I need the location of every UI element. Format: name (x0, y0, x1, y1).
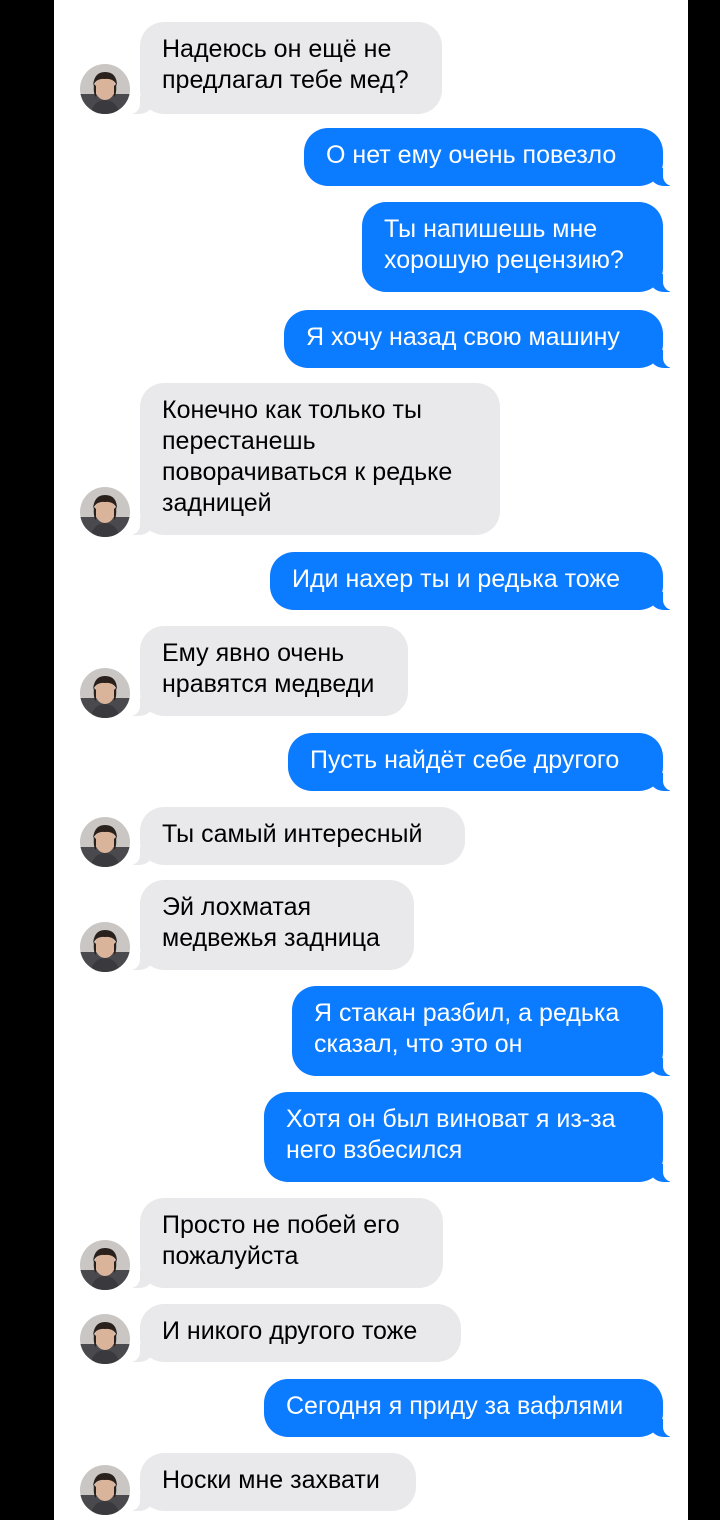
message-text: Конечно как только ты перестанешь повора… (162, 396, 453, 517)
message-text: О нет ему очень повезло (326, 141, 617, 169)
contact-avatar-icon[interactable] (80, 922, 130, 972)
message-text: Эй лохматая медвежья задница (162, 893, 380, 952)
outgoing-message-bubble[interactable]: Иди нахер ты и редька тоже (270, 552, 677, 610)
message-row: Надеюсь он ещё не предлагал тебе мед? (54, 22, 688, 114)
message-row: О нет ему очень повезло (54, 128, 688, 186)
contact-avatar-icon[interactable] (80, 64, 130, 114)
outgoing-message-bubble[interactable]: Ты напишешь мне хорошую рецензию? (362, 202, 677, 292)
incoming-message-bubble[interactable]: Надеюсь он ещё не предлагал тебе мед? (126, 22, 442, 114)
outgoing-message-bubble[interactable]: Сегодня я приду за вафлями (264, 1379, 677, 1437)
contact-avatar-icon[interactable] (80, 487, 130, 537)
message-row: Хотя он был виноват я из-за него взбесил… (54, 1092, 688, 1182)
incoming-message-bubble[interactable]: И никого другого тоже (126, 1304, 461, 1362)
incoming-message-bubble[interactable]: Носки мне захвати (126, 1453, 416, 1511)
contact-avatar-icon[interactable] (80, 1465, 130, 1515)
incoming-message-bubble[interactable]: Просто не побей его пожалуйста (126, 1198, 443, 1288)
message-text: Ты напишешь мне хорошую рецензию? (384, 215, 624, 274)
message-text: Ты самый интересный (162, 820, 423, 848)
message-text: Иди нахер ты и редька тоже (292, 565, 621, 593)
message-text: Надеюсь он ещё не предлагал тебе мед? (162, 35, 409, 94)
message-row: Просто не побей его пожалуйста (54, 1198, 688, 1290)
message-row: Я стакан разбил, а редька сказал, что эт… (54, 986, 688, 1076)
contact-avatar-icon[interactable] (80, 1240, 130, 1290)
message-row: Иди нахер ты и редька тоже (54, 552, 688, 610)
message-text: Носки мне захвати (162, 1466, 380, 1494)
message-row: И никого другого тоже (54, 1304, 688, 1364)
contact-avatar-icon[interactable] (80, 668, 130, 718)
outgoing-message-bubble[interactable]: Пусть найдёт себе другого (288, 733, 677, 791)
message-row: Я хочу назад свою машину (54, 310, 688, 368)
message-row: Ты напишешь мне хорошую рецензию? (54, 202, 688, 292)
message-row: Ему явно очень нравятся медведи (54, 626, 688, 718)
outgoing-message-bubble[interactable]: О нет ему очень повезло (304, 128, 677, 186)
incoming-message-bubble[interactable]: Ты самый интересный (126, 807, 465, 865)
message-text: Сегодня я приду за вафлями (286, 1392, 624, 1420)
message-row: Носки мне захвати (54, 1453, 688, 1515)
message-text: И никого другого тоже (162, 1317, 418, 1345)
message-text: Я хочу назад свою машину (306, 323, 620, 351)
incoming-message-bubble[interactable]: Ему явно очень нравятся медведи (126, 626, 408, 716)
message-row: Сегодня я приду за вафлями (54, 1379, 688, 1437)
contact-avatar-icon[interactable] (80, 817, 130, 867)
message-row: Конечно как только ты перестанешь повора… (54, 383, 688, 537)
message-text: Пусть найдёт себе другого (310, 746, 620, 774)
contact-avatar-icon[interactable] (80, 1314, 130, 1364)
incoming-message-bubble[interactable]: Эй лохматая медвежья задница (126, 880, 414, 970)
message-row: Пусть найдёт себе другого (54, 733, 688, 791)
message-text: Я стакан разбил, а редька сказал, что эт… (314, 999, 620, 1058)
message-text: Ему явно очень нравятся медведи (162, 639, 375, 698)
outgoing-message-bubble[interactable]: Я хочу назад свою машину (284, 310, 677, 368)
message-row: Ты самый интересный (54, 807, 688, 867)
message-row: Эй лохматая медвежья задница (54, 880, 688, 972)
message-text: Хотя он был виноват я из-за него взбесил… (286, 1105, 616, 1164)
outgoing-message-bubble[interactable]: Хотя он был виноват я из-за него взбесил… (264, 1092, 677, 1182)
message-text: Просто не побей его пожалуйста (162, 1211, 400, 1270)
outgoing-message-bubble[interactable]: Я стакан разбил, а редька сказал, что эт… (292, 986, 677, 1076)
chat-screen[interactable]: Надеюсь он ещё не предлагал тебе мед? О … (54, 0, 688, 1520)
incoming-message-bubble[interactable]: Конечно как только ты перестанешь повора… (126, 383, 500, 535)
